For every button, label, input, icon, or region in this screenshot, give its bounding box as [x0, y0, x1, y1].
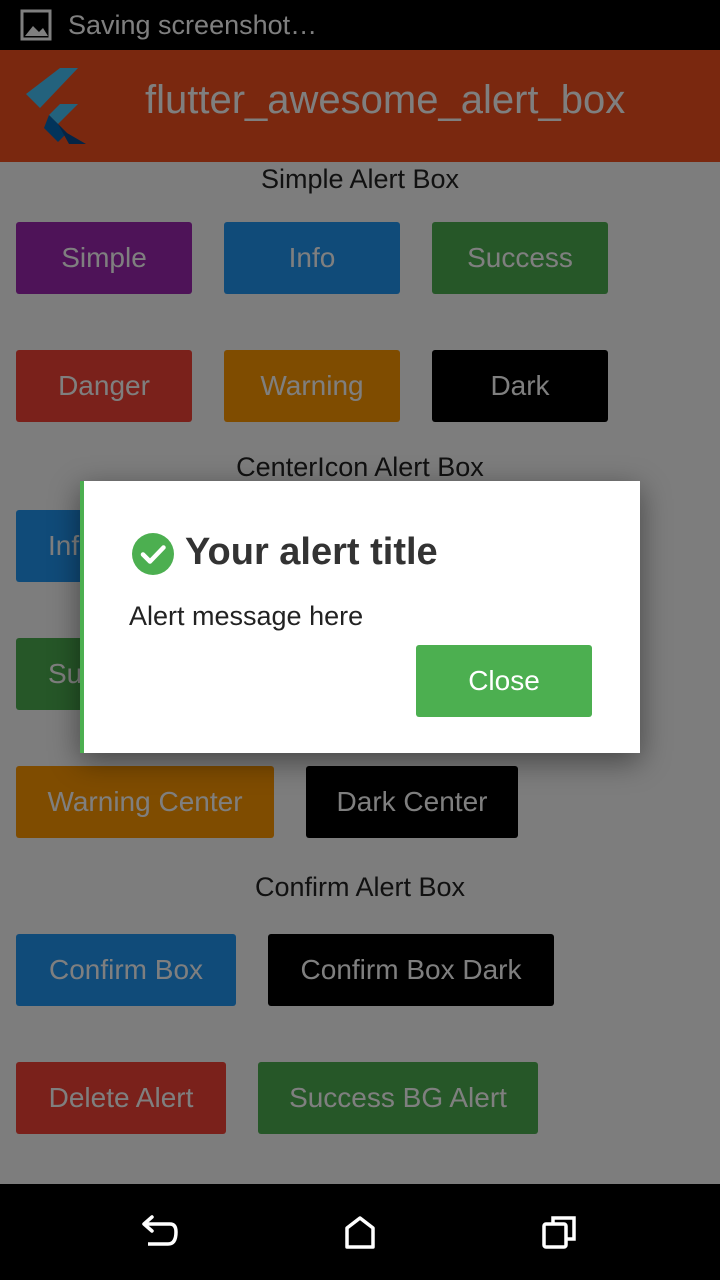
- home-icon[interactable]: [340, 1214, 380, 1250]
- alert-title: Your alert title: [185, 531, 438, 573]
- close-button[interactable]: Close: [416, 645, 592, 717]
- back-icon[interactable]: [140, 1214, 180, 1250]
- navigation-bar: [0, 1184, 720, 1280]
- alert-dialog: Your alert title Alert message here Clos…: [80, 481, 640, 753]
- check-circle-icon: [132, 533, 174, 575]
- alert-message: Alert message here: [129, 601, 364, 631]
- recents-icon[interactable]: [540, 1214, 580, 1250]
